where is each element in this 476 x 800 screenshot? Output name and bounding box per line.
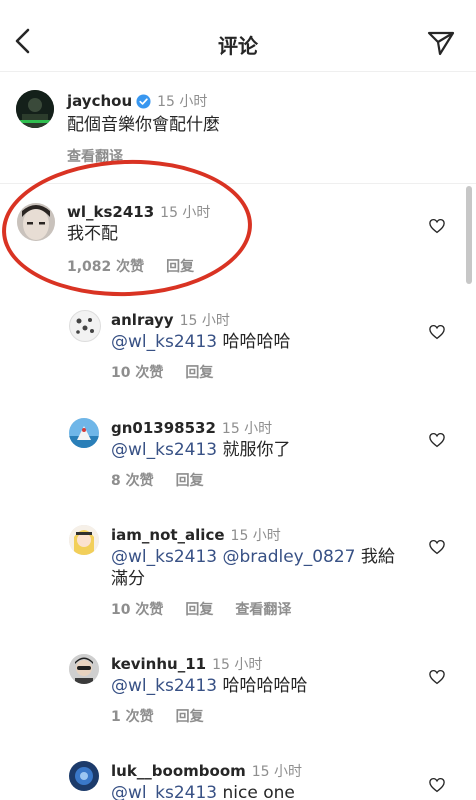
like-count[interactable]: 8 次赞 (111, 473, 154, 489)
reply-comment: anlrayy 15 小时 @wl_ks2413 哈哈哈哈 10 次赞 回复 (0, 298, 476, 403)
username[interactable]: luk__boomboom (111, 762, 246, 780)
share-button[interactable] (424, 26, 458, 60)
avatar-image (76, 318, 94, 334)
username[interactable]: kevinhu_11 (111, 655, 206, 673)
top-bar: 评论 (0, 0, 476, 72)
timestamp: 15 小时 (251, 764, 303, 780)
reply-button[interactable]: 回复 (166, 259, 194, 275)
comment-text: @wl_ks2413 哈哈哈哈哈 (111, 676, 308, 696)
like-count[interactable]: 1,082 次赞 (67, 259, 144, 275)
verified-badge-icon (136, 94, 151, 109)
caption-text: 配個音樂你會配什麼 (67, 115, 220, 135)
heart-icon[interactable] (428, 217, 446, 235)
avatar[interactable] (69, 525, 99, 555)
avatar[interactable] (69, 654, 99, 684)
timestamp: 15 小时 (157, 94, 208, 110)
comment-text: @wl_ks2413 nice one (111, 782, 295, 800)
avatar-image (17, 203, 55, 241)
heart-icon[interactable] (428, 323, 446, 341)
reply-button[interactable]: 回复 (185, 365, 213, 381)
page-title: 评论 (218, 34, 258, 58)
avatar-image (69, 418, 99, 448)
paper-plane-icon (427, 31, 455, 56)
like-count[interactable]: 10 次赞 (111, 365, 163, 381)
heart-icon[interactable] (428, 431, 446, 449)
avatar-image (69, 761, 99, 791)
avatar-image (16, 90, 54, 128)
reply-comment: luk__boomboom 15 小时 @wl_ks2413 nice one (0, 750, 476, 800)
post-caption: jaychou 15 小时 配個音樂你會配什麼 查看翻译 (0, 72, 476, 184)
mention-link[interactable]: @wl_ks2413 (111, 332, 217, 352)
avatar-image (69, 654, 99, 684)
heart-icon[interactable] (428, 776, 446, 794)
avatar[interactable] (16, 90, 54, 128)
comment-text: @wl_ks2413 就服你了 (111, 440, 291, 460)
username[interactable]: wl_ks2413 (67, 203, 154, 221)
comment: wl_ks2413 15 小时 我不配 1,082 次赞 回复 (0, 185, 476, 295)
timestamp: 15 小时 (160, 205, 211, 221)
mention-link[interactable]: @wl_ks2413 @bradley_0827 (111, 547, 356, 567)
comment-text: @wl_ks2413 @bradley_0827 我給 滿分 (111, 547, 395, 589)
reply-button[interactable]: 回复 (176, 473, 204, 489)
reply-comment: iam_not_alice 15 小时 @wl_ks2413 @bradley_0… (0, 513, 476, 643)
like-count[interactable]: 10 次赞 (111, 602, 163, 618)
avatar[interactable] (69, 418, 99, 448)
reply-button[interactable]: 回复 (185, 602, 213, 618)
timestamp: 15 小时 (221, 421, 273, 437)
translate-link[interactable]: 查看翻译 (235, 602, 291, 618)
avatar[interactable] (17, 203, 55, 241)
reply-button[interactable]: 回复 (176, 709, 204, 725)
like-count[interactable]: 1 次赞 (111, 709, 154, 725)
translate-link[interactable]: 查看翻译 (67, 149, 123, 165)
mention-link[interactable]: @wl_ks2413 (111, 676, 217, 696)
comment-text: 我不配 (67, 224, 118, 244)
timestamp: 15 小时 (230, 528, 281, 544)
avatar-image (69, 525, 99, 555)
avatar[interactable] (69, 761, 99, 791)
avatar[interactable] (69, 310, 101, 342)
timestamp: 15 小时 (212, 657, 263, 673)
comment-text: @wl_ks2413 哈哈哈哈 (111, 332, 291, 352)
scrollbar[interactable] (466, 186, 472, 284)
heart-icon[interactable] (428, 538, 446, 556)
reply-comment: gn01398532 15 小时 @wl_ks2413 就服你了 8 次赞 回复 (0, 406, 476, 511)
username[interactable]: jaychou (67, 92, 132, 110)
mention-link[interactable]: @wl_ks2413 (111, 440, 217, 460)
mention-link[interactable]: @wl_ks2413 (111, 783, 217, 800)
heart-icon[interactable] (428, 668, 446, 686)
username[interactable]: gn01398532 (111, 419, 216, 437)
timestamp: 15 小时 (179, 313, 230, 329)
reply-comment: kevinhu_11 15 小时 @wl_ks2413 哈哈哈哈哈 1 次赞 回复 (0, 643, 476, 748)
username[interactable]: iam_not_alice (111, 526, 225, 544)
username[interactable]: anlrayy (111, 311, 174, 329)
